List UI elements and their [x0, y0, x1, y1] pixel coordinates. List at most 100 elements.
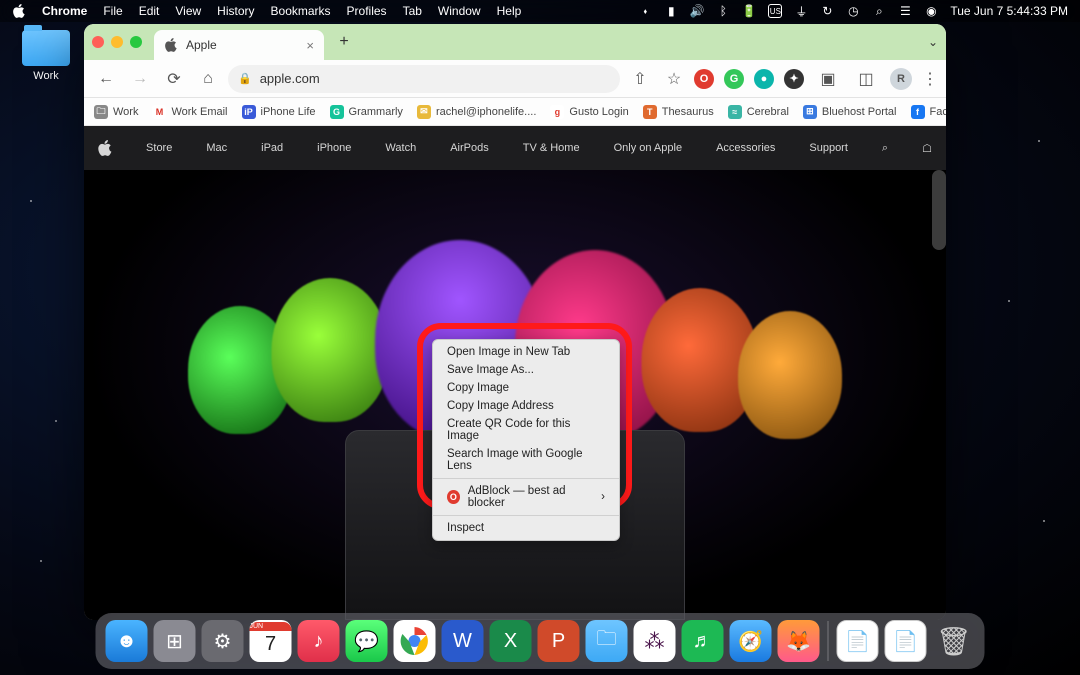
- dock-powerpoint[interactable]: P: [538, 620, 580, 662]
- ctx-adblock[interactable]: O AdBlock — best ad blocker ›: [433, 482, 619, 512]
- home-button[interactable]: ⌂: [194, 65, 222, 93]
- forward-button[interactable]: →: [126, 65, 154, 93]
- tab-list-button[interactable]: ⌄: [928, 35, 938, 49]
- sync-icon[interactable]: ↻: [820, 4, 834, 18]
- nav-only-on-apple[interactable]: Only on Apple: [614, 142, 683, 154]
- bookmark-cerebral[interactable]: ≈Cerebral: [728, 105, 789, 119]
- menubar-window[interactable]: Window: [438, 4, 481, 18]
- spotlight-icon[interactable]: ⌕: [872, 4, 886, 18]
- dock-finder[interactable]: ☻: [106, 620, 148, 662]
- page-scrollbar[interactable]: [932, 170, 946, 250]
- bag-icon[interactable]: ☖: [922, 142, 932, 155]
- dock-messages[interactable]: 💬: [346, 620, 388, 662]
- extensions-puzzle-icon[interactable]: ✦: [784, 69, 804, 89]
- bookmark-bluehost[interactable]: ⊞Bluehost Portal: [803, 105, 897, 119]
- address-bar: ← → ⟳ ⌂ 🔒 apple.com ⇧ ☆ O G ● ✦ ▣ ◫ R ⋮: [84, 60, 946, 98]
- dock-document-1[interactable]: 📄: [837, 620, 879, 662]
- ctx-copy-image-address[interactable]: Copy Image Address: [433, 397, 619, 415]
- menubar-bookmarks[interactable]: Bookmarks: [271, 4, 331, 18]
- omnibox[interactable]: 🔒 apple.com: [228, 65, 620, 93]
- new-tab-button[interactable]: +: [332, 30, 356, 54]
- ctx-create-qr-code[interactable]: Create QR Code for this Image: [433, 415, 619, 445]
- back-button[interactable]: ←: [92, 65, 120, 93]
- search-icon[interactable]: ⌕: [882, 142, 888, 155]
- bookmark-thesaurus[interactable]: TThesaurus: [643, 105, 714, 119]
- window-zoom-button[interactable]: [130, 36, 142, 48]
- dock-calendar[interactable]: JUN7: [250, 620, 292, 662]
- browser-tab[interactable]: Apple ×: [154, 30, 324, 60]
- dock-word[interactable]: W: [442, 620, 484, 662]
- nav-accessories[interactable]: Accessories: [716, 142, 775, 154]
- dock-slack[interactable]: ⁂: [634, 620, 676, 662]
- ctx-search-google-lens[interactable]: Search Image with Google Lens: [433, 445, 619, 475]
- bookmark-facebook[interactable]: fFacebook: [911, 105, 947, 119]
- dock-settings[interactable]: ⚙: [202, 620, 244, 662]
- dock-folder[interactable]: 🗀: [586, 620, 628, 662]
- dock-launchpad[interactable]: ⊞: [154, 620, 196, 662]
- extension-grammarly-icon[interactable]: G: [724, 69, 744, 89]
- folder-label: Work: [16, 70, 76, 82]
- menubar-edit[interactable]: Edit: [139, 4, 160, 18]
- bookmark-rachel-email[interactable]: ✉rachel@iphonelife....: [417, 105, 536, 119]
- bookmark-work[interactable]: 🗀Work: [94, 105, 138, 119]
- dock-document-2[interactable]: 📄: [885, 620, 927, 662]
- nav-airpods[interactable]: AirPods: [450, 142, 489, 154]
- chrome-menu-button[interactable]: ⋮: [922, 69, 938, 89]
- menubar-view[interactable]: View: [175, 4, 201, 18]
- bookmark-gusto[interactable]: gGusto Login: [550, 105, 628, 119]
- volume-icon[interactable]: 🔊: [690, 4, 704, 18]
- share-button[interactable]: ⇧: [626, 65, 654, 93]
- nav-iphone[interactable]: iPhone: [317, 142, 351, 154]
- menubar-app-name[interactable]: Chrome: [42, 4, 87, 18]
- bookmark-work-email[interactable]: MWork Email: [152, 105, 227, 119]
- profile-avatar[interactable]: R: [890, 68, 912, 90]
- dock: ☻ ⊞ ⚙ JUN7 ♪ 💬 W X P 🗀 ⁂ ♬ 🧭 🦊 📄 📄 🗑: [96, 613, 985, 669]
- apple-menu-icon[interactable]: [12, 4, 26, 18]
- nav-ipad[interactable]: iPad: [261, 142, 283, 154]
- nav-store[interactable]: Store: [146, 142, 172, 154]
- menubar-clock[interactable]: Tue Jun 7 5:44:33 PM: [950, 4, 1068, 18]
- control-center-icon[interactable]: ☰: [898, 4, 912, 18]
- window-close-button[interactable]: [92, 36, 104, 48]
- ctx-save-image-as[interactable]: Save Image As...: [433, 361, 619, 379]
- clock-icon[interactable]: ◷: [846, 4, 860, 18]
- battery-icon[interactable]: 🔋: [742, 4, 756, 18]
- extension-icon[interactable]: ●: [754, 69, 774, 89]
- dock-trash[interactable]: 🗑: [933, 620, 975, 662]
- tab-close-button[interactable]: ×: [306, 38, 314, 53]
- menubar-help[interactable]: Help: [497, 4, 522, 18]
- bookmark-star-button[interactable]: ☆: [660, 65, 688, 93]
- dock-excel[interactable]: X: [490, 620, 532, 662]
- cast-icon[interactable]: ▣: [814, 65, 842, 93]
- bookmark-grammarly[interactable]: GGrammarly: [330, 105, 403, 119]
- apple-logo-icon[interactable]: [98, 140, 112, 156]
- dock-chrome[interactable]: [394, 620, 436, 662]
- extension-adblock-icon[interactable]: O: [694, 69, 714, 89]
- ctx-copy-image[interactable]: Copy Image: [433, 379, 619, 397]
- side-panel-icon[interactable]: ◫: [852, 65, 880, 93]
- bluetooth-icon[interactable]: ᛒ: [716, 4, 730, 18]
- input-source-icon[interactable]: US: [768, 4, 782, 18]
- battery-menu-icon[interactable]: ▮: [664, 4, 678, 18]
- dock-spotify[interactable]: ♬: [682, 620, 724, 662]
- menubar-file[interactable]: File: [103, 4, 122, 18]
- bookmark-iphone-life[interactable]: iPiPhone Life: [242, 105, 316, 119]
- window-minimize-button[interactable]: [111, 36, 123, 48]
- menubar-history[interactable]: History: [217, 4, 254, 18]
- nav-watch[interactable]: Watch: [385, 142, 416, 154]
- dock-music[interactable]: ♪: [298, 620, 340, 662]
- reload-button[interactable]: ⟳: [160, 65, 188, 93]
- desktop-folder-work[interactable]: Work: [16, 30, 76, 82]
- ctx-inspect[interactable]: Inspect: [433, 519, 619, 537]
- dock-firefox[interactable]: 🦊: [778, 620, 820, 662]
- siri-icon[interactable]: ◉: [924, 4, 938, 18]
- wifi-icon[interactable]: ⏚: [794, 4, 808, 18]
- nav-tv-home[interactable]: TV & Home: [523, 142, 580, 154]
- nav-support[interactable]: Support: [809, 142, 848, 154]
- menubar-profiles[interactable]: Profiles: [347, 4, 387, 18]
- dropbox-icon[interactable]: ⬪: [638, 4, 652, 18]
- menubar-tab[interactable]: Tab: [403, 4, 422, 18]
- nav-mac[interactable]: Mac: [206, 142, 227, 154]
- ctx-open-image-new-tab[interactable]: Open Image in New Tab: [433, 343, 619, 361]
- dock-safari[interactable]: 🧭: [730, 620, 772, 662]
